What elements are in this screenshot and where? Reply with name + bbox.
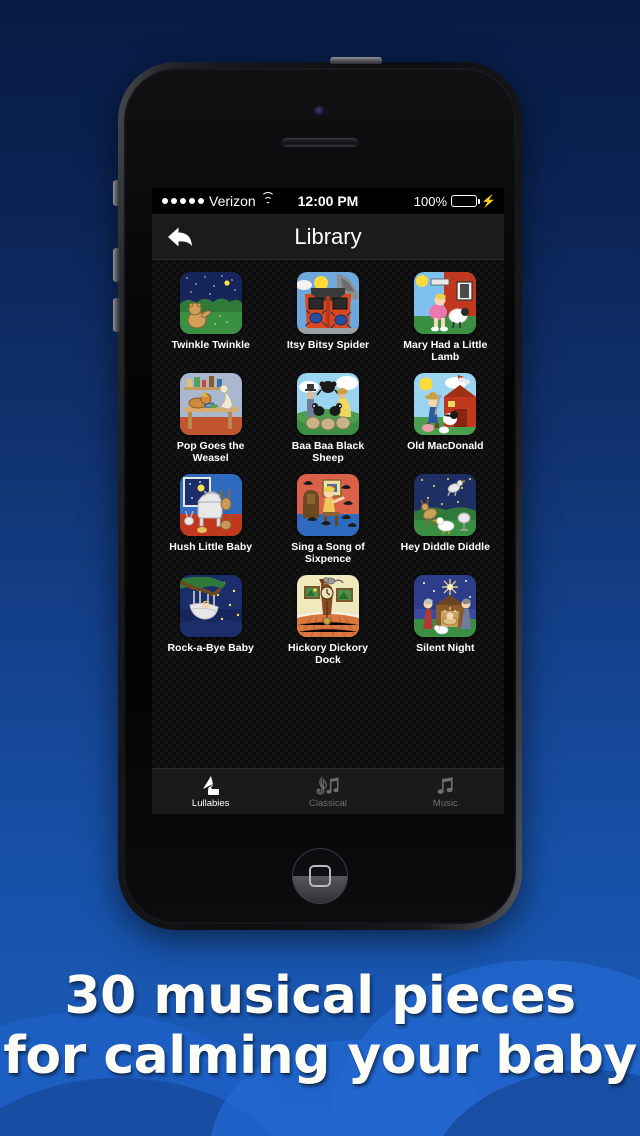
album-art-baa[interactable] <box>296 373 359 435</box>
library-item[interactable]: Sing a Song of Sixpence <box>269 474 386 565</box>
library-item[interactable]: Twinkle Twinkle <box>152 272 269 363</box>
music-notes-icon <box>434 775 456 797</box>
library-item[interactable]: Pop Goes the Weasel <box>152 373 269 464</box>
marketing-headline: 30 musical pieces for calming your baby <box>0 966 640 1086</box>
tab-label: Lullabies <box>191 797 230 809</box>
library-item-label: Twinkle Twinkle <box>171 339 250 351</box>
library-item[interactable]: Hey Diddle Diddle <box>387 474 504 565</box>
mute-switch[interactable] <box>113 180 120 206</box>
library-item-label: Rock-a-Bye Baby <box>167 642 254 654</box>
library-item[interactable]: Hickory Dickory Dock <box>269 575 386 666</box>
home-button-glyph <box>309 865 331 887</box>
library-item-label: Sing a Song of Sixpence <box>291 541 365 565</box>
home-button[interactable] <box>292 848 348 904</box>
library-item[interactable]: Baa Baa Black Sheep <box>269 373 386 464</box>
album-art-rockabye[interactable] <box>179 575 242 637</box>
album-art-mary[interactable] <box>414 272 477 334</box>
status-bar: Verizon 12:00 PM 100% ⚡ <box>152 188 504 214</box>
library-item[interactable]: Hush Little Baby <box>152 474 269 565</box>
tab-bar: Lullabies Classical Music <box>152 768 504 814</box>
earpiece-speaker <box>282 138 358 147</box>
library-item[interactable]: Old MacDonald <box>387 373 504 464</box>
tab-lullabies[interactable]: Lullabies <box>152 769 269 814</box>
library-grid: Twinkle Twinkle Itsy Bitsy Spider Mary H… <box>152 260 504 768</box>
library-item-label: Hush Little Baby <box>169 541 253 553</box>
battery-icon <box>451 195 481 207</box>
library-item[interactable]: Rock-a-Bye Baby <box>152 575 269 666</box>
tab-label: Music <box>432 797 458 809</box>
library-item-label: Old MacDonald <box>407 440 484 452</box>
library-item-label: Mary Had a Little Lamb <box>403 339 488 363</box>
album-art-sixpence[interactable] <box>296 474 359 536</box>
volume-up-button[interactable] <box>113 248 120 282</box>
album-art-twinkle[interactable] <box>179 272 242 334</box>
tab-label: Classical <box>308 797 347 809</box>
phone-screen: Verizon 12:00 PM 100% ⚡ Library Twinkle … <box>152 188 504 814</box>
library-item[interactable]: Mary Had a Little Lamb <box>387 272 504 363</box>
treble-clef-icon <box>315 775 341 797</box>
device-bezel: Verizon 12:00 PM 100% ⚡ Library Twinkle … <box>124 68 516 924</box>
back-arrow-icon <box>168 227 192 246</box>
library-item[interactable]: Silent Night <box>387 575 504 666</box>
library-row: Pop Goes the Weasel Baa Baa Black Sheep … <box>152 373 504 464</box>
album-art-hush[interactable] <box>179 474 242 536</box>
power-button[interactable] <box>330 57 382 64</box>
tab-classical[interactable]: Classical <box>269 769 386 814</box>
iphone-device-frame: Verizon 12:00 PM 100% ⚡ Library Twinkle … <box>113 57 522 930</box>
album-art-silent[interactable] <box>414 575 477 637</box>
library-item-label: Itsy Bitsy Spider <box>286 339 370 351</box>
album-art-macdonald[interactable] <box>414 373 477 435</box>
gramophone-icon <box>200 775 222 797</box>
headline-line-2: for calming your baby <box>3 1026 637 1086</box>
library-row: Twinkle Twinkle Itsy Bitsy Spider Mary H… <box>152 272 504 363</box>
album-art-weasel[interactable] <box>179 373 242 435</box>
album-art-diddle[interactable] <box>414 474 477 536</box>
album-art-hickory[interactable] <box>296 575 359 637</box>
library-item-label: Hickory Dickory Dock <box>288 642 368 666</box>
library-item-label: Baa Baa Black Sheep <box>291 440 365 464</box>
library-item[interactable]: Itsy Bitsy Spider <box>269 272 386 363</box>
back-button[interactable] <box>158 215 202 259</box>
library-item-label: Pop Goes the Weasel <box>176 440 245 464</box>
library-item-label: Silent Night <box>416 642 475 654</box>
library-item-label: Hey Diddle Diddle <box>400 541 490 553</box>
front-camera-icon <box>314 106 326 118</box>
headline-line-1: 30 musical pieces <box>64 966 576 1026</box>
navigation-bar: Library <box>152 214 504 260</box>
volume-down-button[interactable] <box>113 298 120 332</box>
library-row: Rock-a-Bye Baby Hickory Dickory Dock Sil… <box>152 575 504 666</box>
album-art-itsy[interactable] <box>296 272 359 334</box>
library-row: Hush Little Baby Sing a Song of Sixpence… <box>152 474 504 565</box>
tab-music[interactable]: Music <box>387 769 504 814</box>
page-title: Library <box>294 223 362 249</box>
